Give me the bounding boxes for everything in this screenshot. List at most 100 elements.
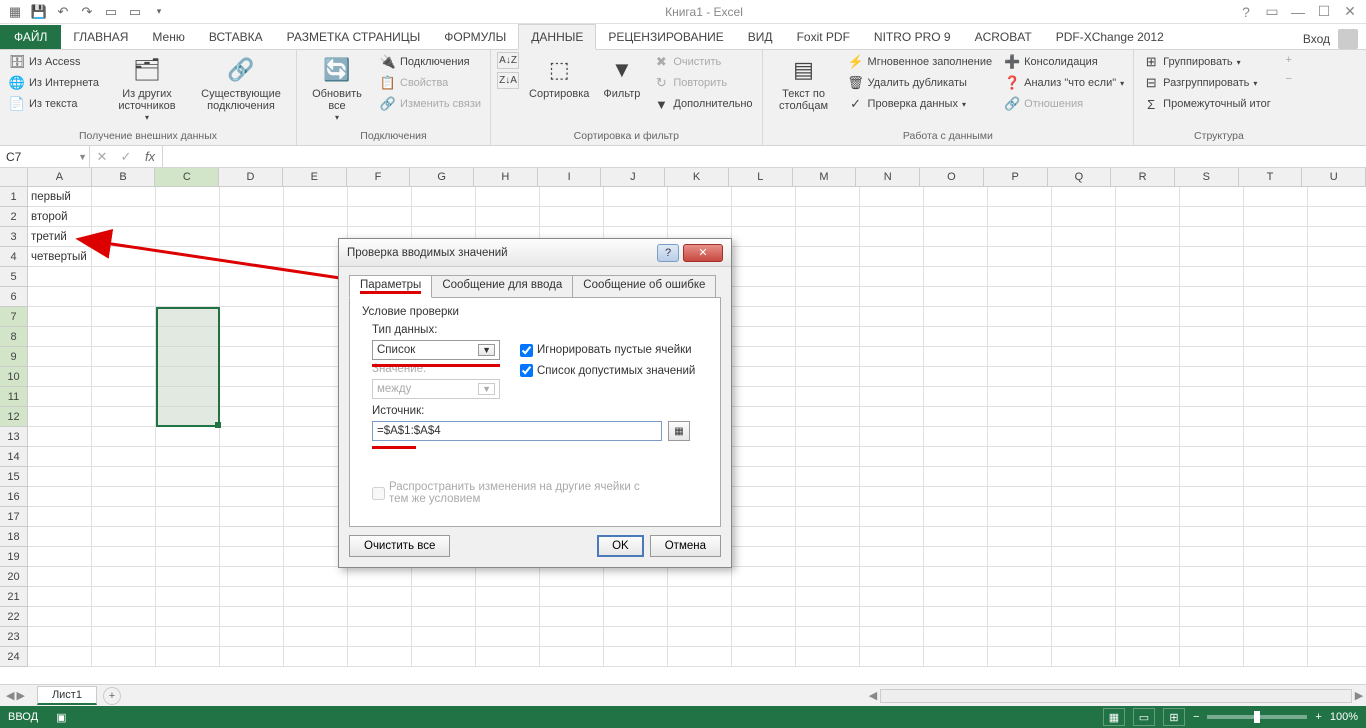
add-sheet-button[interactable]: + bbox=[103, 687, 121, 705]
cell[interactable] bbox=[1052, 327, 1116, 347]
sort-desc-button[interactable]: Z↓A bbox=[497, 72, 519, 89]
cell[interactable] bbox=[1244, 307, 1308, 327]
cell[interactable] bbox=[1116, 567, 1180, 587]
dialog-tab-error-alert[interactable]: Сообщение об ошибке bbox=[572, 275, 716, 298]
cell[interactable] bbox=[796, 567, 860, 587]
file-tab[interactable]: ФАЙЛ bbox=[0, 25, 61, 49]
cell[interactable] bbox=[1244, 427, 1308, 447]
cell[interactable] bbox=[1244, 607, 1308, 627]
cell[interactable] bbox=[28, 287, 92, 307]
cell[interactable] bbox=[796, 367, 860, 387]
cell[interactable] bbox=[220, 307, 284, 327]
cell[interactable] bbox=[604, 587, 668, 607]
cell[interactable] bbox=[1116, 287, 1180, 307]
from-other-button[interactable]: 🗂Из других источников▾ bbox=[108, 52, 186, 125]
chevron-down-icon[interactable]: ▼ bbox=[78, 152, 87, 162]
qat-btn-1[interactable]: ▭ bbox=[100, 2, 122, 22]
cell[interactable] bbox=[412, 207, 476, 227]
cell[interactable] bbox=[988, 407, 1052, 427]
cell[interactable] bbox=[92, 487, 156, 507]
cell[interactable] bbox=[1180, 627, 1244, 647]
cell[interactable] bbox=[988, 607, 1052, 627]
cell[interactable] bbox=[924, 407, 988, 427]
cell[interactable] bbox=[92, 227, 156, 247]
cell[interactable] bbox=[1180, 567, 1244, 587]
cell[interactable] bbox=[1180, 207, 1244, 227]
from-access-button[interactable]: 🗄Из Access bbox=[6, 52, 102, 72]
cell[interactable] bbox=[92, 367, 156, 387]
cell[interactable] bbox=[604, 647, 668, 667]
macro-record-icon[interactable]: ▣ bbox=[56, 711, 66, 724]
cell[interactable] bbox=[1244, 207, 1308, 227]
cell[interactable] bbox=[988, 227, 1052, 247]
cell[interactable] bbox=[1180, 347, 1244, 367]
cell[interactable] bbox=[1244, 227, 1308, 247]
cell[interactable] bbox=[796, 327, 860, 347]
cell[interactable] bbox=[220, 387, 284, 407]
cell[interactable] bbox=[924, 427, 988, 447]
row-header[interactable]: 13 bbox=[0, 427, 28, 447]
cell[interactable] bbox=[796, 427, 860, 447]
cell[interactable] bbox=[924, 187, 988, 207]
cell[interactable] bbox=[1052, 267, 1116, 287]
cell[interactable] bbox=[796, 487, 860, 507]
cell[interactable] bbox=[220, 447, 284, 467]
maximize-icon[interactable]: ☐ bbox=[1312, 2, 1336, 22]
row-header[interactable]: 11 bbox=[0, 387, 28, 407]
cell[interactable] bbox=[988, 587, 1052, 607]
column-header[interactable]: H bbox=[474, 168, 538, 187]
cell[interactable] bbox=[1180, 547, 1244, 567]
tab-foxit[interactable]: Foxit PDF bbox=[785, 25, 862, 49]
cell[interactable] bbox=[92, 187, 156, 207]
cell[interactable] bbox=[1180, 487, 1244, 507]
sheet-tab[interactable]: Лист1 bbox=[37, 686, 97, 705]
cell[interactable] bbox=[1308, 227, 1366, 247]
tab-menu[interactable]: Меню bbox=[140, 25, 196, 49]
cell[interactable] bbox=[732, 247, 796, 267]
advanced-filter-button[interactable]: ▼Дополнительно bbox=[650, 94, 755, 114]
cell[interactable] bbox=[988, 507, 1052, 527]
column-header[interactable]: P bbox=[984, 168, 1048, 187]
cell[interactable] bbox=[796, 247, 860, 267]
cell[interactable] bbox=[348, 587, 412, 607]
cell[interactable] bbox=[668, 587, 732, 607]
row-header[interactable]: 16 bbox=[0, 487, 28, 507]
cell[interactable] bbox=[540, 187, 604, 207]
type-select[interactable]: Список ▼ bbox=[372, 340, 500, 360]
cell[interactable] bbox=[1244, 447, 1308, 467]
zoom-level[interactable]: 100% bbox=[1330, 711, 1358, 723]
cell[interactable] bbox=[1244, 267, 1308, 287]
cell[interactable] bbox=[796, 267, 860, 287]
cell[interactable] bbox=[1180, 287, 1244, 307]
cell[interactable] bbox=[220, 427, 284, 447]
cell[interactable] bbox=[1180, 647, 1244, 667]
cell[interactable] bbox=[1116, 467, 1180, 487]
cell[interactable] bbox=[28, 567, 92, 587]
cell[interactable] bbox=[1244, 627, 1308, 647]
cell[interactable] bbox=[668, 207, 732, 227]
cell[interactable] bbox=[92, 267, 156, 287]
cell[interactable] bbox=[1052, 487, 1116, 507]
cell[interactable] bbox=[476, 607, 540, 627]
cell[interactable] bbox=[796, 587, 860, 607]
redo-icon[interactable]: ↷ bbox=[76, 2, 98, 22]
cell[interactable] bbox=[220, 227, 284, 247]
cell[interactable] bbox=[924, 207, 988, 227]
cell[interactable] bbox=[924, 607, 988, 627]
cell[interactable] bbox=[92, 327, 156, 347]
row-header[interactable]: 5 bbox=[0, 267, 28, 287]
tab-home[interactable]: ГЛАВНАЯ bbox=[61, 25, 140, 49]
sort-button[interactable]: ⬚Сортировка bbox=[525, 52, 593, 102]
cell[interactable] bbox=[92, 607, 156, 627]
dialog-titlebar[interactable]: Проверка вводимых значений ? ✕ bbox=[339, 239, 731, 267]
cell[interactable] bbox=[28, 427, 92, 447]
cell[interactable] bbox=[1180, 267, 1244, 287]
column-header[interactable]: O bbox=[920, 168, 984, 187]
source-input[interactable]: =$A$1:$A$4 bbox=[372, 421, 662, 441]
edit-links-button[interactable]: 🔗Изменить связи bbox=[377, 94, 484, 114]
cell[interactable] bbox=[220, 487, 284, 507]
column-header[interactable]: B bbox=[92, 168, 156, 187]
row-header[interactable]: 18 bbox=[0, 527, 28, 547]
cell[interactable] bbox=[540, 647, 604, 667]
cell[interactable] bbox=[988, 387, 1052, 407]
